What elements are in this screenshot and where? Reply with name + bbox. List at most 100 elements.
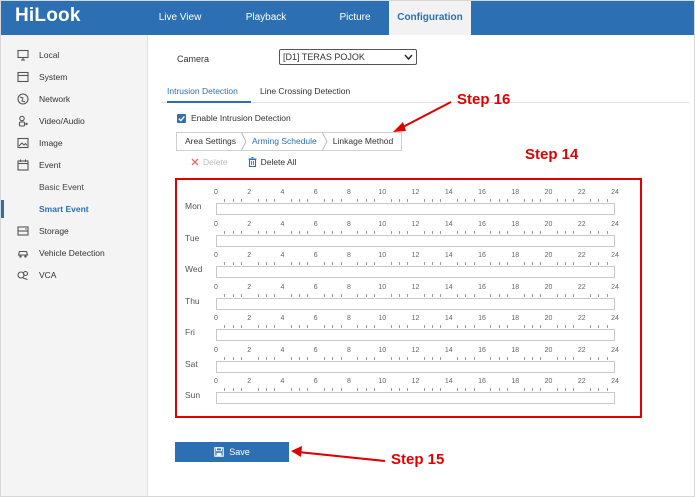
hour-tick: [373, 325, 375, 328]
subtab-arming-schedule[interactable]: Arming Schedule: [244, 133, 328, 150]
enable-intrusion-row[interactable]: Enable Intrusion Detection: [177, 113, 291, 123]
chevron-down-icon: [404, 54, 413, 61]
hour-tick: [373, 293, 375, 297]
hour-label: 18: [511, 315, 520, 322]
sidebar-item-vehicle-detection[interactable]: Vehicle Detection: [1, 242, 147, 264]
video-audio-icon: [18, 115, 28, 127]
sidebar-item-basic-event[interactable]: Basic Event: [1, 176, 147, 198]
hour-label: 24: [611, 189, 619, 196]
hour-tick: [473, 293, 475, 297]
sidebar-item-system[interactable]: System: [1, 66, 147, 88]
nav-live-view[interactable]: Live View: [149, 1, 211, 35]
hour-tick: [606, 356, 608, 360]
hour-tick: [332, 325, 334, 328]
hour-tick: [299, 262, 301, 265]
hour-tick: [457, 293, 459, 297]
hour-tick: [498, 356, 500, 360]
hour-label: 24: [611, 346, 619, 354]
schedule-bar-thu[interactable]: [216, 297, 615, 310]
hour-tick: [440, 262, 442, 265]
hour-tick: [274, 230, 276, 234]
hour-tick: [274, 356, 276, 360]
delete-all-button[interactable]: Delete All: [248, 157, 297, 167]
sidebar-item-video-audio[interactable]: Video/Audio: [1, 110, 147, 132]
annotation-step14: Step 14: [525, 146, 579, 163]
hour-tick: [473, 230, 475, 234]
hour-label: 18: [511, 283, 520, 291]
sidebar-item-smart-event[interactable]: Smart Event: [1, 198, 147, 220]
sidebar-item-network[interactable]: Network: [1, 88, 147, 110]
hour-tick: [332, 262, 334, 265]
hour-tick: [299, 325, 301, 328]
save-button[interactable]: Save: [175, 442, 289, 462]
hour-tick: [407, 325, 409, 328]
hour-label: 18: [511, 220, 520, 228]
schedule-bar-fri[interactable]: [216, 329, 615, 341]
hour-tick: [540, 388, 542, 391]
sidebar-item-label: Image: [39, 138, 63, 148]
hour-tick: [290, 262, 292, 265]
schedule-bar-sun[interactable]: [216, 392, 615, 404]
hour-tick: [573, 325, 575, 328]
hour-label: 10: [378, 252, 387, 259]
hour-label: 4: [280, 220, 285, 228]
hour-tick: [531, 262, 533, 265]
hour-label: 16: [478, 346, 486, 354]
hour-tick: [432, 325, 434, 328]
enable-intrusion-checkbox[interactable]: [177, 113, 186, 123]
hour-tick: [373, 199, 375, 202]
hour-tick: [332, 388, 334, 391]
hour-tick: [465, 199, 467, 202]
schedule-bar-mon[interactable]: [216, 203, 615, 215]
hour-label: 2: [247, 220, 252, 228]
hour-label: 18: [511, 378, 520, 385]
tab-line-crossing-detection[interactable]: Line Crossing Detection: [260, 83, 350, 103]
sidebar-item-vca[interactable]: VCA: [1, 264, 147, 286]
hour-tick: [556, 262, 558, 265]
schedule-bar-wed[interactable]: [216, 266, 615, 278]
hour-label: 18: [511, 346, 520, 354]
hour-tick: [307, 262, 309, 265]
hour-label: 22: [577, 252, 586, 259]
camera-select[interactable]: [D1] TERAS POJOK: [279, 49, 417, 65]
nav-playback[interactable]: Playback: [211, 1, 321, 35]
hour-tick: [274, 262, 276, 265]
sidebar-item-storage[interactable]: Storage: [1, 220, 147, 242]
hour-tick: [390, 388, 392, 391]
hour-label: 12: [411, 378, 420, 385]
schedule-bar-tue[interactable]: [216, 234, 615, 247]
hour-tick: [540, 356, 542, 360]
hour-label: 14: [444, 346, 453, 354]
hour-tick: [556, 388, 558, 391]
sidebar-item-image[interactable]: Image: [1, 132, 147, 154]
hour-tick: [340, 356, 342, 360]
hour-label: 4: [280, 283, 285, 291]
hour-label: 6: [313, 220, 318, 228]
hour-tick: [365, 293, 367, 297]
nav-configuration[interactable]: Configuration: [389, 1, 471, 35]
nav-picture[interactable]: Picture: [321, 1, 389, 35]
hour-tick: [257, 230, 259, 234]
hour-tick: [531, 325, 533, 328]
hour-tick: [440, 199, 442, 202]
hour-label: 2: [247, 283, 252, 291]
subtab-linkage-method[interactable]: Linkage Method: [325, 133, 402, 150]
subtab-area-settings[interactable]: Area Settings: [177, 133, 247, 150]
sidebar-item-event[interactable]: Event: [1, 154, 147, 176]
trash-icon: [248, 157, 257, 167]
hour-label: 8: [347, 220, 351, 228]
tab-intrusion-detection[interactable]: Intrusion Detection: [167, 83, 251, 103]
sidebar-item-local[interactable]: Local: [1, 44, 147, 66]
delete-button[interactable]: Delete: [191, 157, 228, 167]
hour-tick: [498, 293, 500, 297]
hour-tick: [290, 388, 292, 391]
hour-label: 0: [214, 283, 218, 291]
hour-label: 14: [444, 220, 453, 228]
hour-tick: [432, 388, 434, 391]
hour-tick: [490, 262, 492, 265]
schedule-bar-sat[interactable]: [216, 360, 615, 373]
hour-label: 14: [444, 378, 453, 385]
hour-tick: [506, 356, 508, 360]
hour-label: 14: [444, 315, 453, 322]
hour-tick: [274, 325, 276, 328]
